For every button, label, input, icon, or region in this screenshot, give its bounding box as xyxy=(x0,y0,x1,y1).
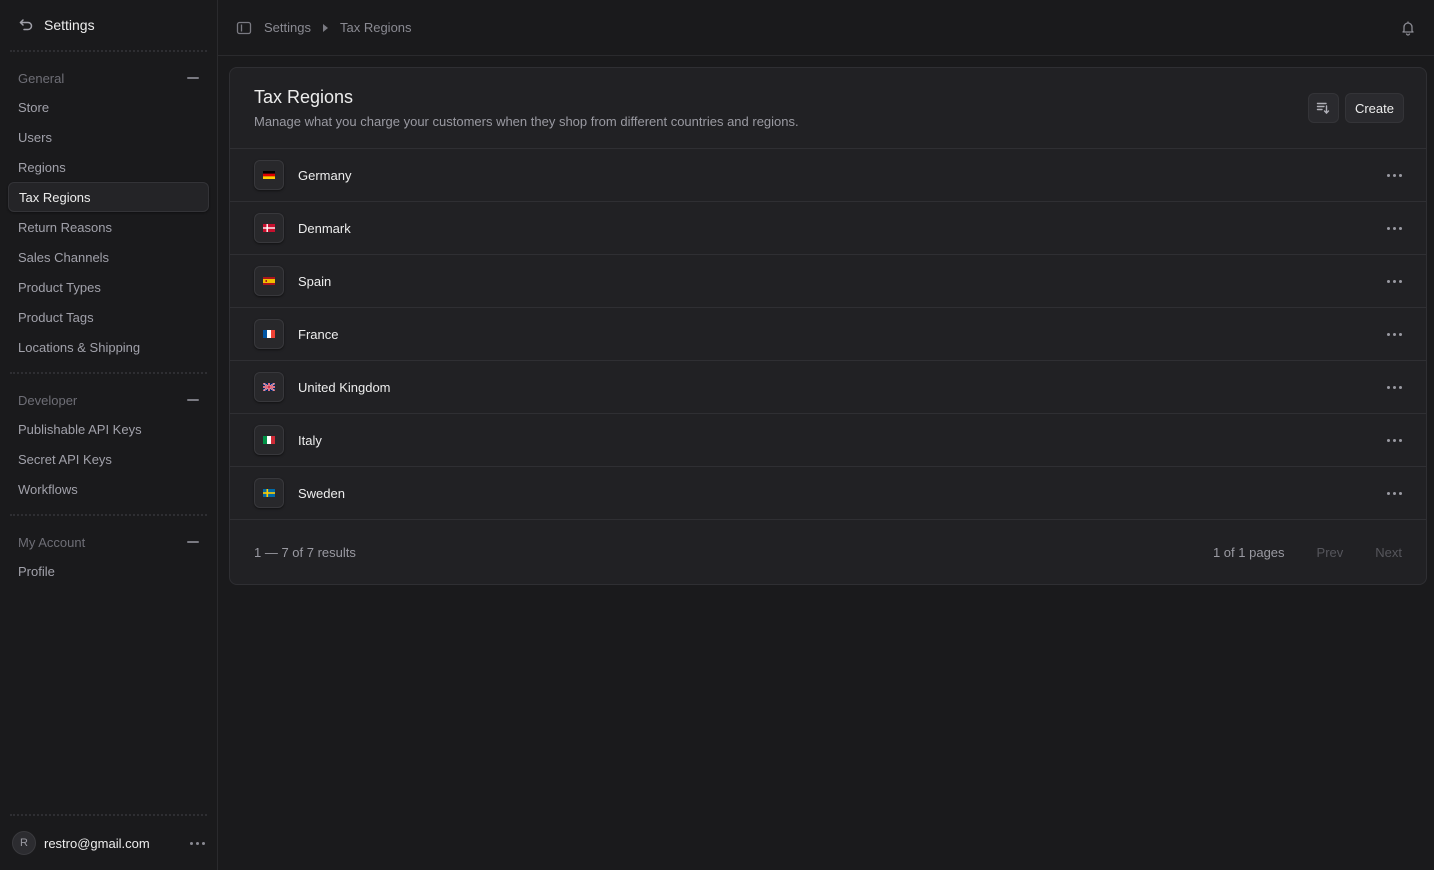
row-actions-icon[interactable] xyxy=(1387,491,1402,495)
tax-region-row[interactable]: Sweden xyxy=(230,467,1426,520)
sidebar-header[interactable]: Settings xyxy=(0,0,217,50)
user-email: restro@gmail.com xyxy=(44,835,150,851)
content: Tax Regions Manage what you charge your … xyxy=(218,56,1434,585)
collapse-minus-icon[interactable] xyxy=(187,77,199,79)
sidebar-section-my-account: My Account Profile xyxy=(0,516,217,596)
back-arrow-icon[interactable] xyxy=(18,17,34,33)
row-actions-icon[interactable] xyxy=(1387,279,1402,283)
row-actions-icon[interactable] xyxy=(1387,332,1402,336)
sidebar-item-profile[interactable]: Profile xyxy=(8,556,209,586)
flag-badge xyxy=(254,213,284,243)
page-indicator: 1 of 1 pages xyxy=(1212,544,1285,560)
flag-se-icon xyxy=(263,489,275,497)
row-actions-icon[interactable] xyxy=(1387,385,1402,389)
flag-it-icon xyxy=(263,436,275,444)
sidebar-item-store[interactable]: Store xyxy=(8,92,209,122)
sidebar-section-label: Developer xyxy=(18,392,78,408)
topbar: Settings Tax Regions xyxy=(218,0,1434,56)
collapse-minus-icon[interactable] xyxy=(187,399,199,401)
flag-es-icon xyxy=(263,277,275,285)
row-actions-icon[interactable] xyxy=(1387,438,1402,442)
breadcrumb: Settings Tax Regions xyxy=(236,20,412,36)
page-description: Manage what you charge your customers wh… xyxy=(254,114,799,129)
pagination: 1 — 7 of 7 results 1 of 1 pages Prev Nex… xyxy=(230,520,1426,584)
flag-badge xyxy=(254,319,284,349)
sidebar-item-workflows[interactable]: Workflows xyxy=(8,474,209,504)
create-button[interactable]: Create xyxy=(1344,93,1404,123)
user-menu[interactable]: R restro@gmail.com xyxy=(0,826,217,860)
card-header: Tax Regions Manage what you charge your … xyxy=(230,68,1426,149)
region-name: Sweden xyxy=(298,485,345,501)
sidebar-toggle-icon[interactable] xyxy=(236,20,252,36)
sidebar-item-locations-shipping[interactable]: Locations & Shipping xyxy=(8,332,209,362)
tax-region-row[interactable]: United Kingdom xyxy=(230,361,1426,414)
tax-region-row[interactable]: France xyxy=(230,308,1426,361)
sidebar-section-general: General Store Users Regions Tax Regions Retur… xyxy=(0,52,217,372)
sidebar-item-tax-regions[interactable]: Tax Regions xyxy=(8,182,209,212)
sidebar-item-regions[interactable]: Regions xyxy=(8,152,209,182)
sidebar-item-product-tags[interactable]: Product Tags xyxy=(8,302,209,332)
tax-region-list: Germany Denmark Spain France United Kingdom I… xyxy=(230,149,1426,520)
divider xyxy=(10,814,207,816)
flag-badge xyxy=(254,266,284,296)
sidebar-item-publishable-api-keys[interactable]: Publishable API Keys xyxy=(8,414,209,444)
sidebar-item-return-reasons[interactable]: Return Reasons xyxy=(8,212,209,242)
tax-region-row[interactable]: Germany xyxy=(230,149,1426,202)
sidebar-section-developer: Developer Publishable API Keys Secret API … xyxy=(0,374,217,514)
sidebar-section-label: General xyxy=(18,70,65,86)
results-count: 1 — 7 of 7 results xyxy=(254,544,356,560)
sidebar-section-header[interactable]: My Account xyxy=(8,528,209,556)
sort-icon xyxy=(1317,102,1330,114)
sort-button[interactable] xyxy=(1307,93,1339,123)
row-actions-icon[interactable] xyxy=(1387,173,1402,177)
region-name: France xyxy=(298,326,339,342)
pager: 1 of 1 pages Prev Next xyxy=(1213,545,1402,560)
more-options-icon[interactable] xyxy=(190,841,205,845)
sidebar-section-header[interactable]: Developer xyxy=(8,386,209,414)
flag-badge xyxy=(254,478,284,508)
breadcrumb-settings[interactable]: Settings xyxy=(264,20,311,35)
flag-dk-icon xyxy=(263,224,275,232)
sidebar-section-header[interactable]: General xyxy=(8,64,209,92)
collapse-minus-icon[interactable] xyxy=(187,541,199,543)
flag-badge xyxy=(254,160,284,190)
page-title: Tax Regions xyxy=(254,87,354,107)
region-name: Germany xyxy=(298,167,352,183)
next-page-button[interactable]: Next xyxy=(1375,545,1402,560)
prev-page-button[interactable]: Prev xyxy=(1317,545,1344,560)
region-name: Denmark xyxy=(298,220,351,236)
breadcrumb-caret-icon xyxy=(322,23,328,32)
tax-region-row[interactable]: Denmark xyxy=(230,202,1426,255)
tax-region-row[interactable]: Italy xyxy=(230,414,1426,467)
tax-regions-card: Tax Regions Manage what you charge your … xyxy=(229,67,1427,585)
sidebar-item-users[interactable]: Users xyxy=(8,122,209,152)
notifications-bell-icon[interactable] xyxy=(1400,20,1416,36)
sidebar-title: Settings xyxy=(44,17,95,33)
app: Settings General Store Users Regions Tax Reg… xyxy=(0,0,1434,870)
flag-fr-icon xyxy=(263,330,275,338)
region-name: Italy xyxy=(298,432,322,448)
flag-de-icon xyxy=(263,171,275,179)
row-actions-icon[interactable] xyxy=(1387,226,1402,230)
sidebar-item-product-types[interactable]: Product Types xyxy=(8,272,209,302)
sidebar-item-secret-api-keys[interactable]: Secret API Keys xyxy=(8,444,209,474)
main: Settings Tax Regions Tax Regions Manage … xyxy=(218,0,1434,870)
breadcrumb-tax-regions: Tax Regions xyxy=(339,20,412,35)
tax-region-row[interactable]: Spain xyxy=(230,255,1426,308)
flag-gb-icon xyxy=(263,383,275,391)
region-name: Spain xyxy=(298,273,332,289)
sidebar: Settings General Store Users Regions Tax Reg… xyxy=(0,0,218,870)
flag-badge xyxy=(254,372,284,402)
region-name: United Kingdom xyxy=(298,379,391,395)
sidebar-section-label: My Account xyxy=(18,534,86,550)
sidebar-footer: R restro@gmail.com xyxy=(0,814,217,870)
avatar: R xyxy=(12,831,36,855)
flag-badge xyxy=(254,425,284,455)
header-actions: Create xyxy=(1307,93,1404,123)
sidebar-item-sales-channels[interactable]: Sales Channels xyxy=(8,242,209,272)
